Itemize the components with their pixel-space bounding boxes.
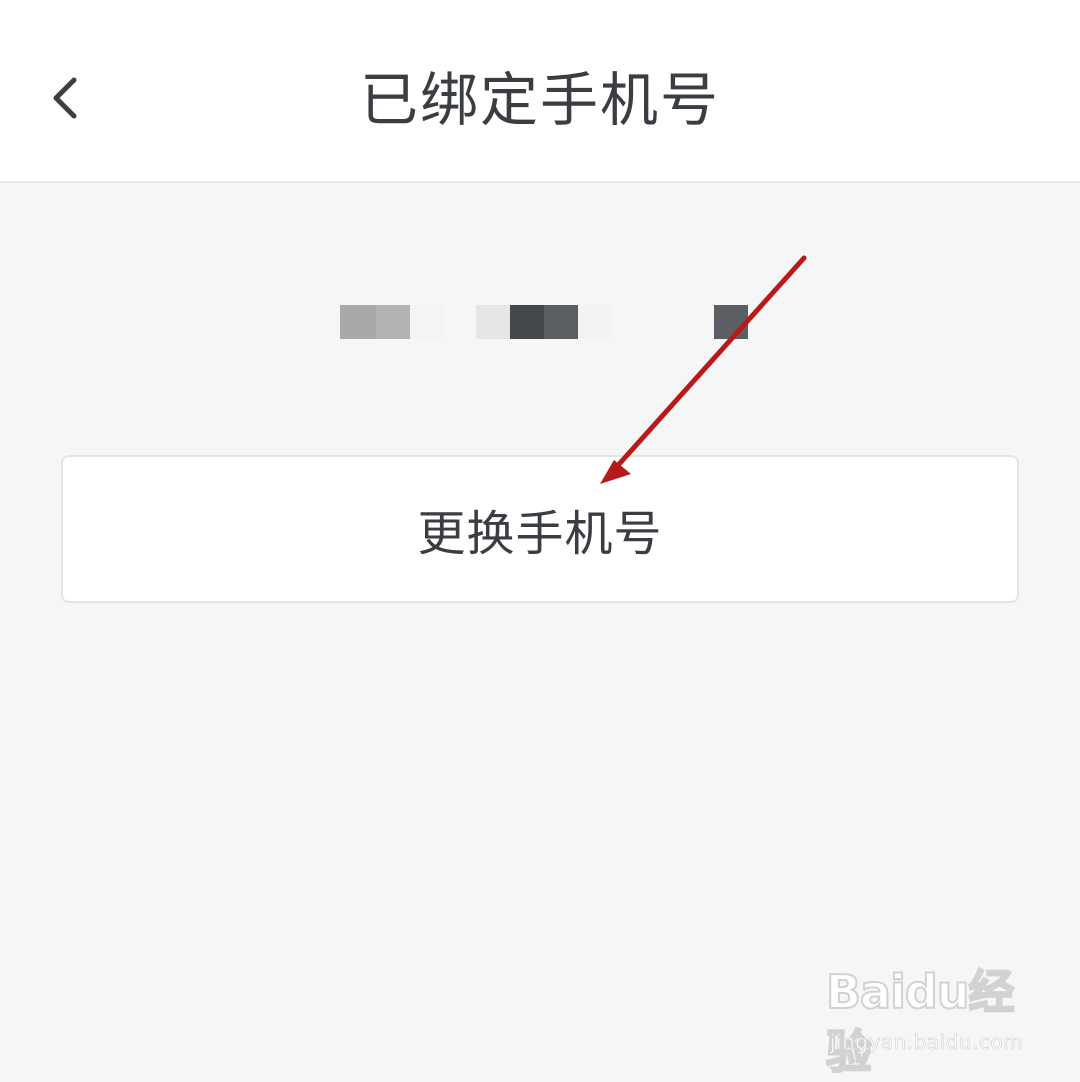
bound-phone-number-redacted <box>340 305 750 341</box>
baidu-jingyan-watermark: Baidu经验 jingyan.baidu.com <box>825 962 1036 1080</box>
watermark-url: jingyan.baidu.com <box>830 1030 1024 1055</box>
change-phone-button[interactable]: 更换手机号 <box>61 455 1019 603</box>
baidu-logo-icon: Baidu经验 <box>825 964 1016 1080</box>
change-phone-button-label: 更换手机号 <box>417 506 663 562</box>
top-bar: 已绑定手机号 <box>0 0 1080 183</box>
page-title: 已绑定手机号 <box>359 66 720 134</box>
